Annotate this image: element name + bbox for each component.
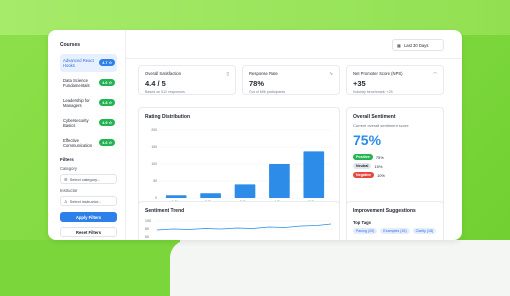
sentiment-trend-chart: 100 80 60 — [145, 219, 333, 239]
rating-badge: 4.7 ☆ — [99, 59, 115, 66]
course-name: Leadership for Managers — [63, 98, 90, 108]
neutral-pill: Neutral — [353, 163, 372, 169]
instructor-label: Instructor — [60, 188, 78, 193]
kpi-subtext: Industry benchmark: +25 — [353, 90, 393, 94]
apply-filters-button[interactable]: Apply Filters — [60, 212, 117, 222]
kpi-card-nps: Net Promoter Score (NPS) ◠ +35 Industry … — [346, 65, 444, 95]
rating-badge: 4.8 ☆ — [99, 99, 115, 106]
kpi-subtext: Out of 656 participants — [249, 90, 286, 94]
sentiment-row-neutral: Neutral 15% — [353, 163, 437, 169]
date-range-label: Last 30 Days — [403, 42, 429, 48]
sidebar-item-course[interactable]: Effective Communication 4.6 ☆ — [60, 134, 117, 152]
positive-value: 75% — [375, 154, 384, 160]
background-curve — [170, 240, 510, 296]
bar[interactable] — [200, 193, 221, 198]
y-tick-label: 150 — [151, 145, 157, 149]
neutral-value: 15% — [374, 163, 383, 169]
bar[interactable] — [165, 195, 187, 198]
gauge-icon: ◠ — [433, 71, 437, 76]
trend-title: Sentiment Trend — [145, 208, 185, 214]
trend-tick: 100 — [145, 219, 151, 223]
rating-badge: 4.6 ☆ — [99, 79, 115, 86]
kpi-card-satisfaction: Overall Satisfaction ▯ 4.4 / 5 Based on … — [138, 65, 236, 95]
course-name: Data Science Fundamentals — [63, 78, 90, 88]
y-tick-label: 200 — [151, 128, 157, 132]
date-range-picker[interactable]: ▦ Last 30 Days — [392, 39, 444, 51]
course-name: Advanced React Hooks — [63, 58, 94, 68]
sidebar-item-course[interactable]: Data Science Fundamentals 4.6 ☆ — [60, 74, 117, 92]
bar[interactable] — [269, 164, 290, 198]
kpi-title: Overall Satisfaction — [145, 71, 182, 76]
category-placeholder: Select category... — [69, 176, 101, 182]
positive-pill: Positive — [353, 154, 373, 160]
tag-chip[interactable]: Examples (15) — [380, 228, 410, 234]
trend-tick: 80 — [145, 227, 149, 231]
rating-distribution-title: Rating Distribution — [145, 114, 190, 120]
dashboard-window: Courses Advanced React Hooks 4.7 ☆ Data … — [48, 30, 462, 240]
category-select[interactable]: ☰ Select category... — [60, 174, 117, 184]
instructor-placeholder: Select instructor... — [69, 198, 102, 204]
trend-tick: 60 — [145, 235, 149, 239]
negative-pill: Negative — [353, 172, 374, 178]
clipboard-icon: ▯ — [226, 71, 229, 76]
top-tags-label: Top Tags — [353, 220, 371, 225]
tag-chip[interactable]: Clarity (18) — [412, 228, 437, 234]
list-icon: ☰ — [64, 176, 68, 182]
kpi-title: Response Rate — [249, 71, 278, 76]
sentiment-trend-card: Sentiment Trend 100 80 60 — [138, 201, 340, 240]
y-tick-label: 50 — [153, 179, 157, 183]
courses-heading: Courses — [60, 42, 81, 48]
rating-badge: 4.9 ☆ — [99, 119, 115, 126]
header-divider — [126, 58, 462, 59]
kpi-card-response-rate: Response Rate ∿ 78% Out of 656 participa… — [242, 65, 340, 95]
improvement-suggestions-card: Improvement Suggestions Top Tags Pacing … — [346, 201, 444, 240]
kpi-value: 78% — [249, 79, 265, 88]
category-label: Category — [60, 166, 77, 171]
kpi-value: 4.4 / 5 — [145, 79, 166, 88]
sentiment-row-negative: Negative 10% — [353, 172, 437, 178]
course-name: Effective Communication — [63, 138, 93, 148]
negative-value: 10% — [376, 172, 385, 178]
sidebar-item-course[interactable]: Cybersecurity Basics 4.9 ☆ — [60, 114, 117, 132]
tag-chip[interactable]: Pacing (20) — [353, 228, 378, 234]
filters-heading: Filters — [60, 157, 74, 162]
reset-filters-button[interactable]: Reset Filters — [60, 227, 117, 237]
kpi-subtext: Based on 512 responses — [145, 90, 185, 94]
kpi-title: Net Promoter Score (NPS) — [353, 71, 403, 76]
sidebar-item-course[interactable]: Advanced React Hooks 4.7 ☆ — [60, 54, 117, 72]
calendar-icon: ▦ — [397, 42, 401, 48]
rating-badge: 4.6 ☆ — [99, 139, 115, 146]
instructor-select[interactable]: ♙ Select instructor... — [60, 196, 117, 206]
bar[interactable] — [234, 184, 256, 198]
y-tick-label: 100 — [151, 162, 157, 166]
kpi-value: +35 — [353, 79, 366, 88]
course-name: Cybersecurity Basics — [63, 118, 89, 128]
sidebar: Courses Advanced React Hooks 4.7 ☆ Data … — [48, 30, 126, 240]
sentiment-row-positive: Positive 75% — [353, 154, 437, 160]
sentiment-subtitle: Current overall sentiment score — [353, 123, 409, 128]
bar[interactable] — [303, 151, 325, 198]
user-icon: ♙ — [64, 198, 68, 204]
background-green-shape — [0, 240, 180, 296]
activity-icon: ∿ — [329, 71, 333, 76]
suggestions-title: Improvement Suggestions — [353, 208, 416, 214]
sentiment-score: 75% — [353, 132, 382, 148]
sidebar-item-course[interactable]: Leadership for Managers 4.8 ☆ — [60, 94, 117, 112]
y-tick-label: 0 — [155, 196, 157, 200]
sentiment-title: Overall Sentiment — [353, 114, 396, 120]
